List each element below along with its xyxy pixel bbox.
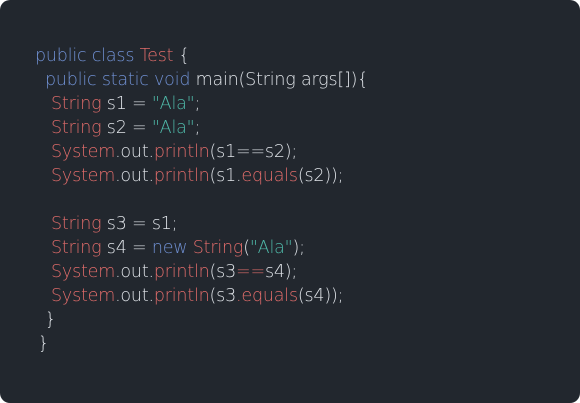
code-token: == (236, 262, 265, 282)
code-token: new (151, 238, 193, 258)
code-token: println (153, 142, 210, 162)
code-token: System (51, 286, 116, 306)
code-token: println (153, 262, 210, 282)
code-token: (s3 (209, 262, 237, 282)
code-token: System (51, 262, 116, 282)
code-block: public class Test {public static void ma… (0, 44, 580, 356)
code-line: System.out.println(s3==s4); (0, 260, 580, 284)
code-token: .out. (115, 286, 154, 306)
code-token: public static void (45, 70, 196, 90)
code-line: String s2 = "Ala"; (0, 116, 580, 140)
code-token: equals (241, 286, 298, 306)
code-token: } (38, 334, 49, 354)
code-token: .out. (115, 142, 154, 162)
code-token: "Ala" (151, 118, 195, 138)
code-line: } (0, 332, 580, 356)
code-token: ; (194, 94, 201, 114)
code-line: System.out.println(s1==s2); (0, 140, 580, 164)
code-token: ); (292, 238, 305, 258)
code-token: System (51, 166, 116, 186)
code-line: System.out.println(s3.equals(s4)); (0, 284, 580, 308)
code-token: String (51, 214, 102, 234)
code-token: } (45, 310, 56, 330)
code-token: String (51, 94, 102, 114)
code-line: public class Test { (0, 44, 580, 68)
code-token: println (153, 286, 210, 306)
code-token: equals (241, 166, 298, 186)
code-editor: public class Test {public static void ma… (0, 0, 580, 403)
code-token: .out. (115, 166, 154, 186)
code-line: String s4 = new String("Ala"); (0, 236, 580, 260)
code-token: s4 = (101, 238, 152, 258)
code-token: s1 = (101, 94, 152, 114)
code-token: String (51, 238, 102, 258)
code-token: main(String args[]){ (195, 70, 369, 90)
code-token: String (51, 118, 102, 138)
code-line: System.out.println(s1.equals(s2)); (0, 164, 580, 188)
code-line: String s1 = "Ala"; (0, 92, 580, 116)
code-token: println (153, 166, 210, 186)
code-line: public static void main(String args[]){ (0, 68, 580, 92)
code-token: (s1. (209, 166, 242, 186)
code-token: (s2)); (297, 166, 344, 186)
code-token: ( (243, 238, 250, 258)
code-token: "Ala" (151, 94, 195, 114)
code-token: (s1==s2); (209, 142, 298, 162)
code-token: String (192, 238, 244, 258)
code-token: .out. (115, 262, 154, 282)
code-token: public class (35, 46, 140, 66)
code-token: s3 = s1; (101, 214, 178, 234)
code-token: { (173, 46, 190, 66)
code-token: (s3 (209, 286, 237, 306)
code-token: ; (194, 118, 201, 138)
code-token: Test (139, 46, 174, 66)
code-token: s2 = (101, 118, 152, 138)
code-token: "Ala" (249, 238, 293, 258)
code-line: String s3 = s1; (0, 212, 580, 236)
code-token: (s4)); (297, 286, 344, 306)
code-line: } (0, 308, 580, 332)
code-token: System (51, 142, 116, 162)
code-token: s4); (264, 262, 298, 282)
